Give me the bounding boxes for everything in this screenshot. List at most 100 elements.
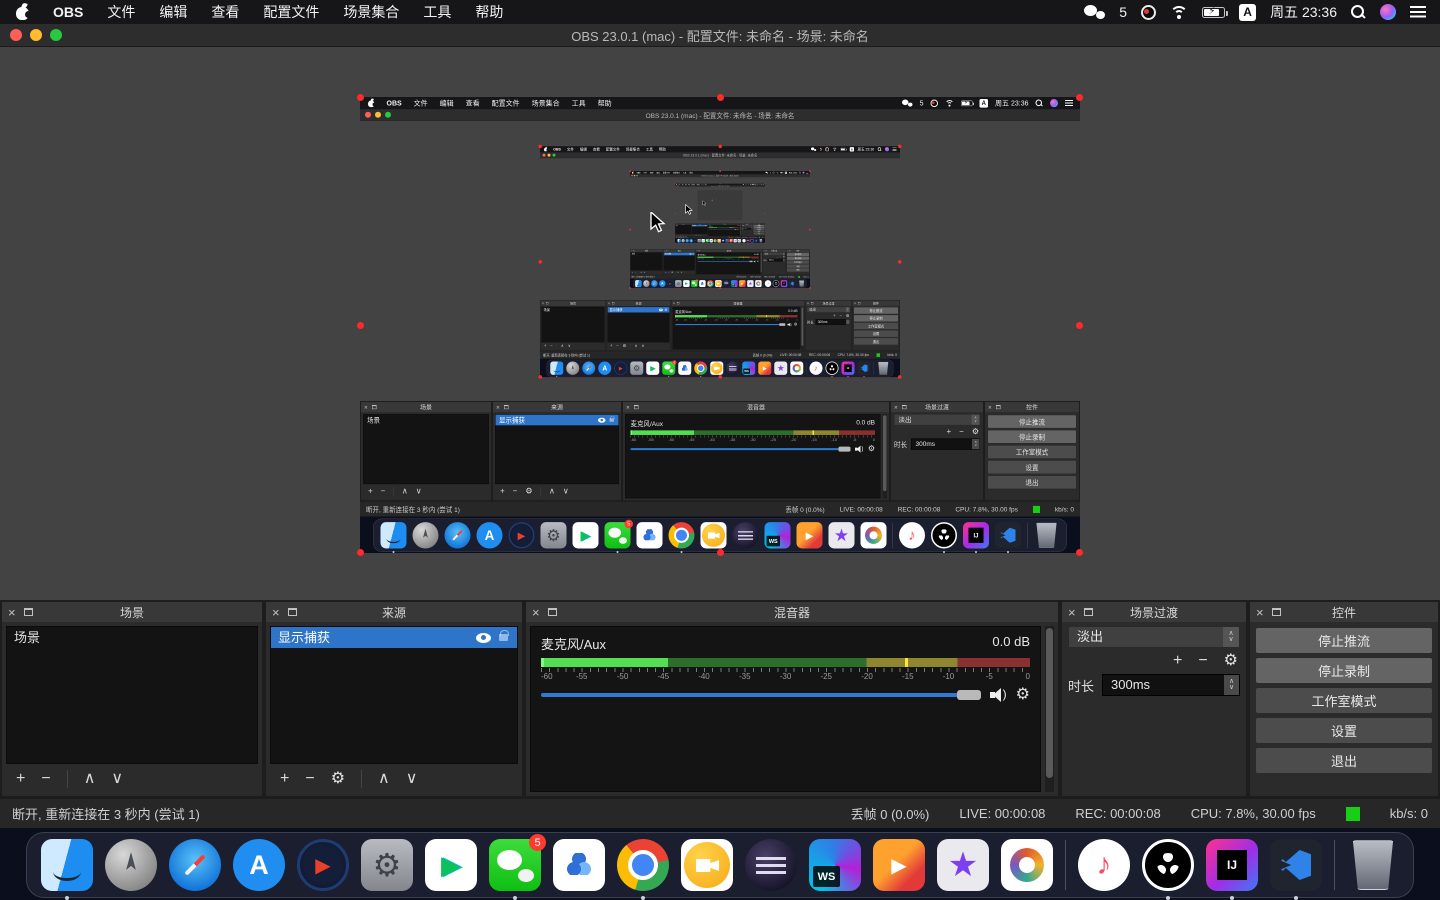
resize-handle[interactable] (809, 170, 811, 173)
siri-icon[interactable] (1050, 99, 1058, 108)
transition-select[interactable]: 淡出 ∧ ∨ (807, 306, 850, 313)
menu-tools[interactable]: 工具 (423, 2, 451, 22)
menu-tools[interactable]: 工具 (646, 147, 653, 152)
float-panel-icon[interactable] (545, 302, 549, 305)
stop-streaming-button[interactable]: 停止推流 (1256, 628, 1432, 653)
menubar-clock[interactable]: 周五 23:36 (1270, 2, 1337, 22)
siri-icon[interactable] (761, 183, 763, 185)
spinbox-arrows-icon[interactable]: ∧ ∨ (1224, 675, 1239, 695)
dock-app-store[interactable] (689, 238, 693, 243)
battery-charging-icon[interactable]: ⚡ (961, 100, 975, 106)
menu-help[interactable]: 帮助 (598, 98, 612, 108)
duration-spinbox[interactable]: 300ms ∧ ∨ (1102, 674, 1240, 696)
spinbox-arrows-icon[interactable]: ∧ ∨ (783, 258, 785, 262)
dock-chrome[interactable] (707, 280, 714, 289)
dock-wechat[interactable]: 5 (691, 279, 699, 289)
close-panel-icon[interactable]: × (764, 250, 765, 252)
dock-safari[interactable] (444, 522, 471, 549)
speaker-mute-icon[interactable]: ) (753, 260, 756, 263)
volume-slider-handle[interactable] (956, 690, 981, 700)
dock-app-store[interactable] (476, 522, 503, 549)
resize-handle[interactable] (764, 183, 766, 185)
dock-system-preferences[interactable] (361, 839, 413, 891)
apple-menu-icon[interactable] (368, 98, 376, 108)
resize-handle[interactable] (629, 170, 631, 173)
dock-webstorm[interactable] (742, 361, 756, 375)
dock-app-store[interactable] (659, 280, 666, 287)
control-center-icon[interactable] (806, 171, 809, 174)
float-panel-icon[interactable] (698, 250, 700, 252)
remove-scene-button[interactable]: − (635, 271, 636, 273)
resize-handle[interactable] (898, 259, 902, 264)
speaker-mute-icon[interactable]: ) (854, 445, 863, 453)
dock-tencent-video[interactable] (646, 361, 660, 375)
menu-edit[interactable]: 编辑 (159, 2, 187, 22)
menu-obs[interactable]: OBS (53, 4, 83, 20)
add-source-button[interactable]: + (500, 487, 505, 496)
float-panel-icon[interactable] (611, 302, 615, 305)
close-window-button[interactable] (365, 111, 371, 118)
dock-eclipse[interactable] (745, 839, 797, 891)
dock-obs[interactable] (825, 361, 839, 378)
menu-obs[interactable]: OBS (637, 172, 641, 174)
menu-view[interactable]: 查看 (211, 2, 239, 22)
dock-navicat[interactable] (1001, 839, 1053, 891)
siri-icon[interactable] (802, 171, 805, 174)
close-panel-icon[interactable]: × (496, 404, 500, 411)
menu-edit[interactable]: 编辑 (650, 171, 654, 174)
source-down-button[interactable]: ∨ (406, 771, 418, 787)
source-up-button[interactable]: ∧ (549, 487, 555, 496)
dock-media-app[interactable] (873, 839, 925, 891)
resize-handle[interactable] (719, 287, 721, 289)
resize-handle[interactable] (629, 228, 631, 231)
scene-list-item[interactable]: 场景 (542, 307, 605, 312)
sources-list[interactable]: 显示捕获 (270, 626, 518, 764)
dock-trash[interactable] (1347, 839, 1399, 891)
exit-button[interactable]: 退出 (753, 232, 765, 235)
apple-menu-icon[interactable] (632, 171, 634, 174)
menu-tools[interactable]: 工具 (683, 171, 687, 174)
dock-music[interactable] (809, 361, 823, 375)
dock-music[interactable] (764, 280, 772, 287)
close-panel-icon[interactable]: × (673, 302, 675, 305)
float-panel-icon[interactable] (901, 405, 907, 410)
input-source-icon[interactable]: A (979, 98, 989, 108)
settings-button[interactable]: 设置 (787, 264, 809, 268)
wechat-status-icon[interactable] (811, 147, 817, 152)
float-panel-icon[interactable] (788, 250, 791, 252)
spotlight-search-icon[interactable] (798, 171, 801, 174)
minimize-window-button[interactable] (30, 29, 42, 41)
dock-navicat[interactable] (790, 361, 804, 375)
sources-list[interactable]: 显示捕获 (663, 252, 695, 271)
menu-help[interactable]: 帮助 (689, 171, 693, 174)
duration-spinbox[interactable]: 300ms ∧ ∨ (743, 228, 753, 230)
dock-wechat[interactable]: 5 (604, 519, 633, 553)
combo-arrows-icon[interactable]: ∧ ∨ (782, 252, 785, 256)
add-scene-button[interactable]: + (368, 487, 373, 496)
resize-handle[interactable] (898, 144, 902, 149)
dock-media-app[interactable] (796, 522, 823, 549)
menu-file[interactable]: 文件 (414, 98, 428, 108)
minimize-window-button[interactable] (547, 153, 551, 157)
dock-baidu-netdisk[interactable] (699, 280, 706, 287)
close-window-button[interactable] (542, 153, 546, 157)
menu-scene-collection[interactable]: 场景集合 (532, 98, 560, 108)
duration-spinbox[interactable]: 300ms ∧ ∨ (815, 319, 850, 325)
studio-mode-button[interactable]: 工作室模式 (787, 260, 809, 264)
scene-list-item[interactable]: 场景 (364, 415, 489, 426)
speaker-mute-icon[interactable]: ) (989, 687, 1007, 702)
spotlight-search-icon[interactable] (877, 147, 882, 151)
menu-obs[interactable]: OBS (387, 99, 402, 107)
float-panel-icon[interactable] (857, 302, 861, 305)
obs-status-icon[interactable] (746, 183, 748, 185)
spotlight-search-icon[interactable] (1351, 4, 1366, 20)
studio-mode-button[interactable]: 工作室模式 (1256, 688, 1432, 713)
display-capture-source[interactable]: OBS 文件 编辑 查看 配置文件 场景集合 工具 帮助 5 ⚡ A 周五 23… (357, 94, 1083, 556)
close-panel-icon[interactable]: × (532, 606, 540, 619)
dock-webstorm[interactable] (764, 522, 791, 549)
exit-button[interactable]: 退出 (1256, 748, 1432, 773)
combo-arrows-icon[interactable]: ∧ ∨ (845, 307, 850, 313)
sources-list[interactable]: 显示捕获 (495, 414, 619, 485)
source-down-button[interactable]: ∨ (563, 487, 569, 496)
dock-music[interactable] (899, 522, 925, 549)
